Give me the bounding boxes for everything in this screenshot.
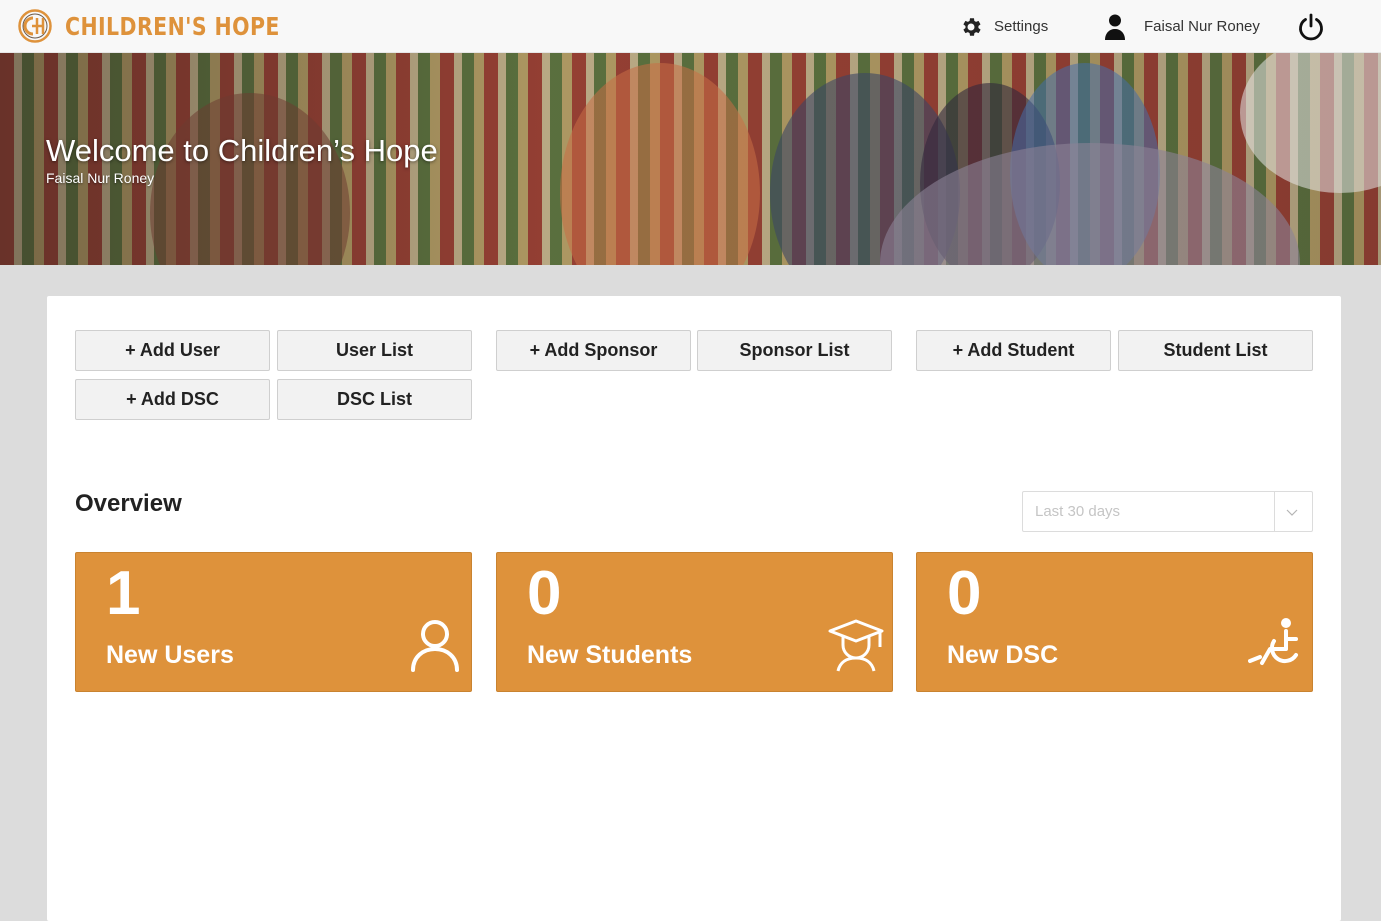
stat-label: New Users: [106, 641, 234, 669]
graduate-icon: [828, 619, 884, 672]
add-dsc-button[interactable]: + Add DSC: [75, 379, 270, 420]
add-user-button[interactable]: + Add User: [75, 330, 270, 371]
select-divider: [1274, 492, 1275, 531]
user-name-label: Faisal Nur Roney: [1144, 18, 1260, 35]
settings-link[interactable]: Settings: [959, 0, 1048, 53]
hero-photo-figure: [1240, 53, 1381, 193]
chevron-down-icon: [1286, 509, 1298, 516]
user-icon: [411, 620, 459, 672]
wheelchair-icon: [1248, 618, 1298, 665]
stat-card-new-dsc[interactable]: 0 New DSC: [916, 552, 1313, 692]
stat-label: New Students: [527, 641, 693, 669]
user-menu[interactable]: Faisal Nur Roney: [1103, 0, 1260, 53]
stat-value: 0: [527, 559, 562, 628]
settings-label: Settings: [994, 18, 1049, 35]
gear-icon: [963, 17, 981, 36]
student-list-button[interactable]: Student List: [1118, 330, 1313, 371]
user-silhouette-icon: [1105, 14, 1125, 40]
hero-banner: Welcome to Children’s Hope Faisal Nur Ro…: [0, 53, 1381, 265]
hero-photo-figure: [560, 63, 760, 265]
logo-icon: [18, 9, 52, 43]
sponsor-list-button[interactable]: Sponsor List: [697, 330, 892, 371]
dashboard-panel: + Add User User List + Add DSC DSC List …: [47, 296, 1341, 921]
hero-subtitle: Faisal Nur Roney: [46, 170, 155, 186]
hero-photo-figure: [150, 93, 350, 265]
top-navbar: CHILDREN'S HOPE Settings Faisal Nur Rone…: [0, 0, 1381, 53]
date-range-placeholder: Last 30 days: [1035, 503, 1121, 520]
overview-heading: Overview: [75, 490, 182, 517]
stat-card-new-users[interactable]: 1 New Users: [75, 552, 472, 692]
hero-title: Welcome to Children’s Hope: [46, 133, 438, 168]
brand-logo[interactable]: CHILDREN'S HOPE: [18, 8, 327, 44]
date-range-select[interactable]: Last 30 days: [1022, 491, 1313, 532]
dsc-list-button[interactable]: DSC List: [277, 379, 472, 420]
add-student-button[interactable]: + Add Student: [916, 330, 1111, 371]
stat-value: 0: [947, 559, 982, 628]
stat-value: 1: [106, 559, 141, 628]
add-sponsor-button[interactable]: + Add Sponsor: [496, 330, 691, 371]
power-icon: [1299, 13, 1323, 40]
logout-button[interactable]: [1296, 0, 1326, 53]
user-list-button[interactable]: User List: [277, 330, 472, 371]
stat-label: New DSC: [947, 641, 1059, 669]
brand-name: CHILDREN'S HOPE: [65, 11, 280, 41]
stat-card-new-students[interactable]: 0 New Students: [496, 552, 893, 692]
